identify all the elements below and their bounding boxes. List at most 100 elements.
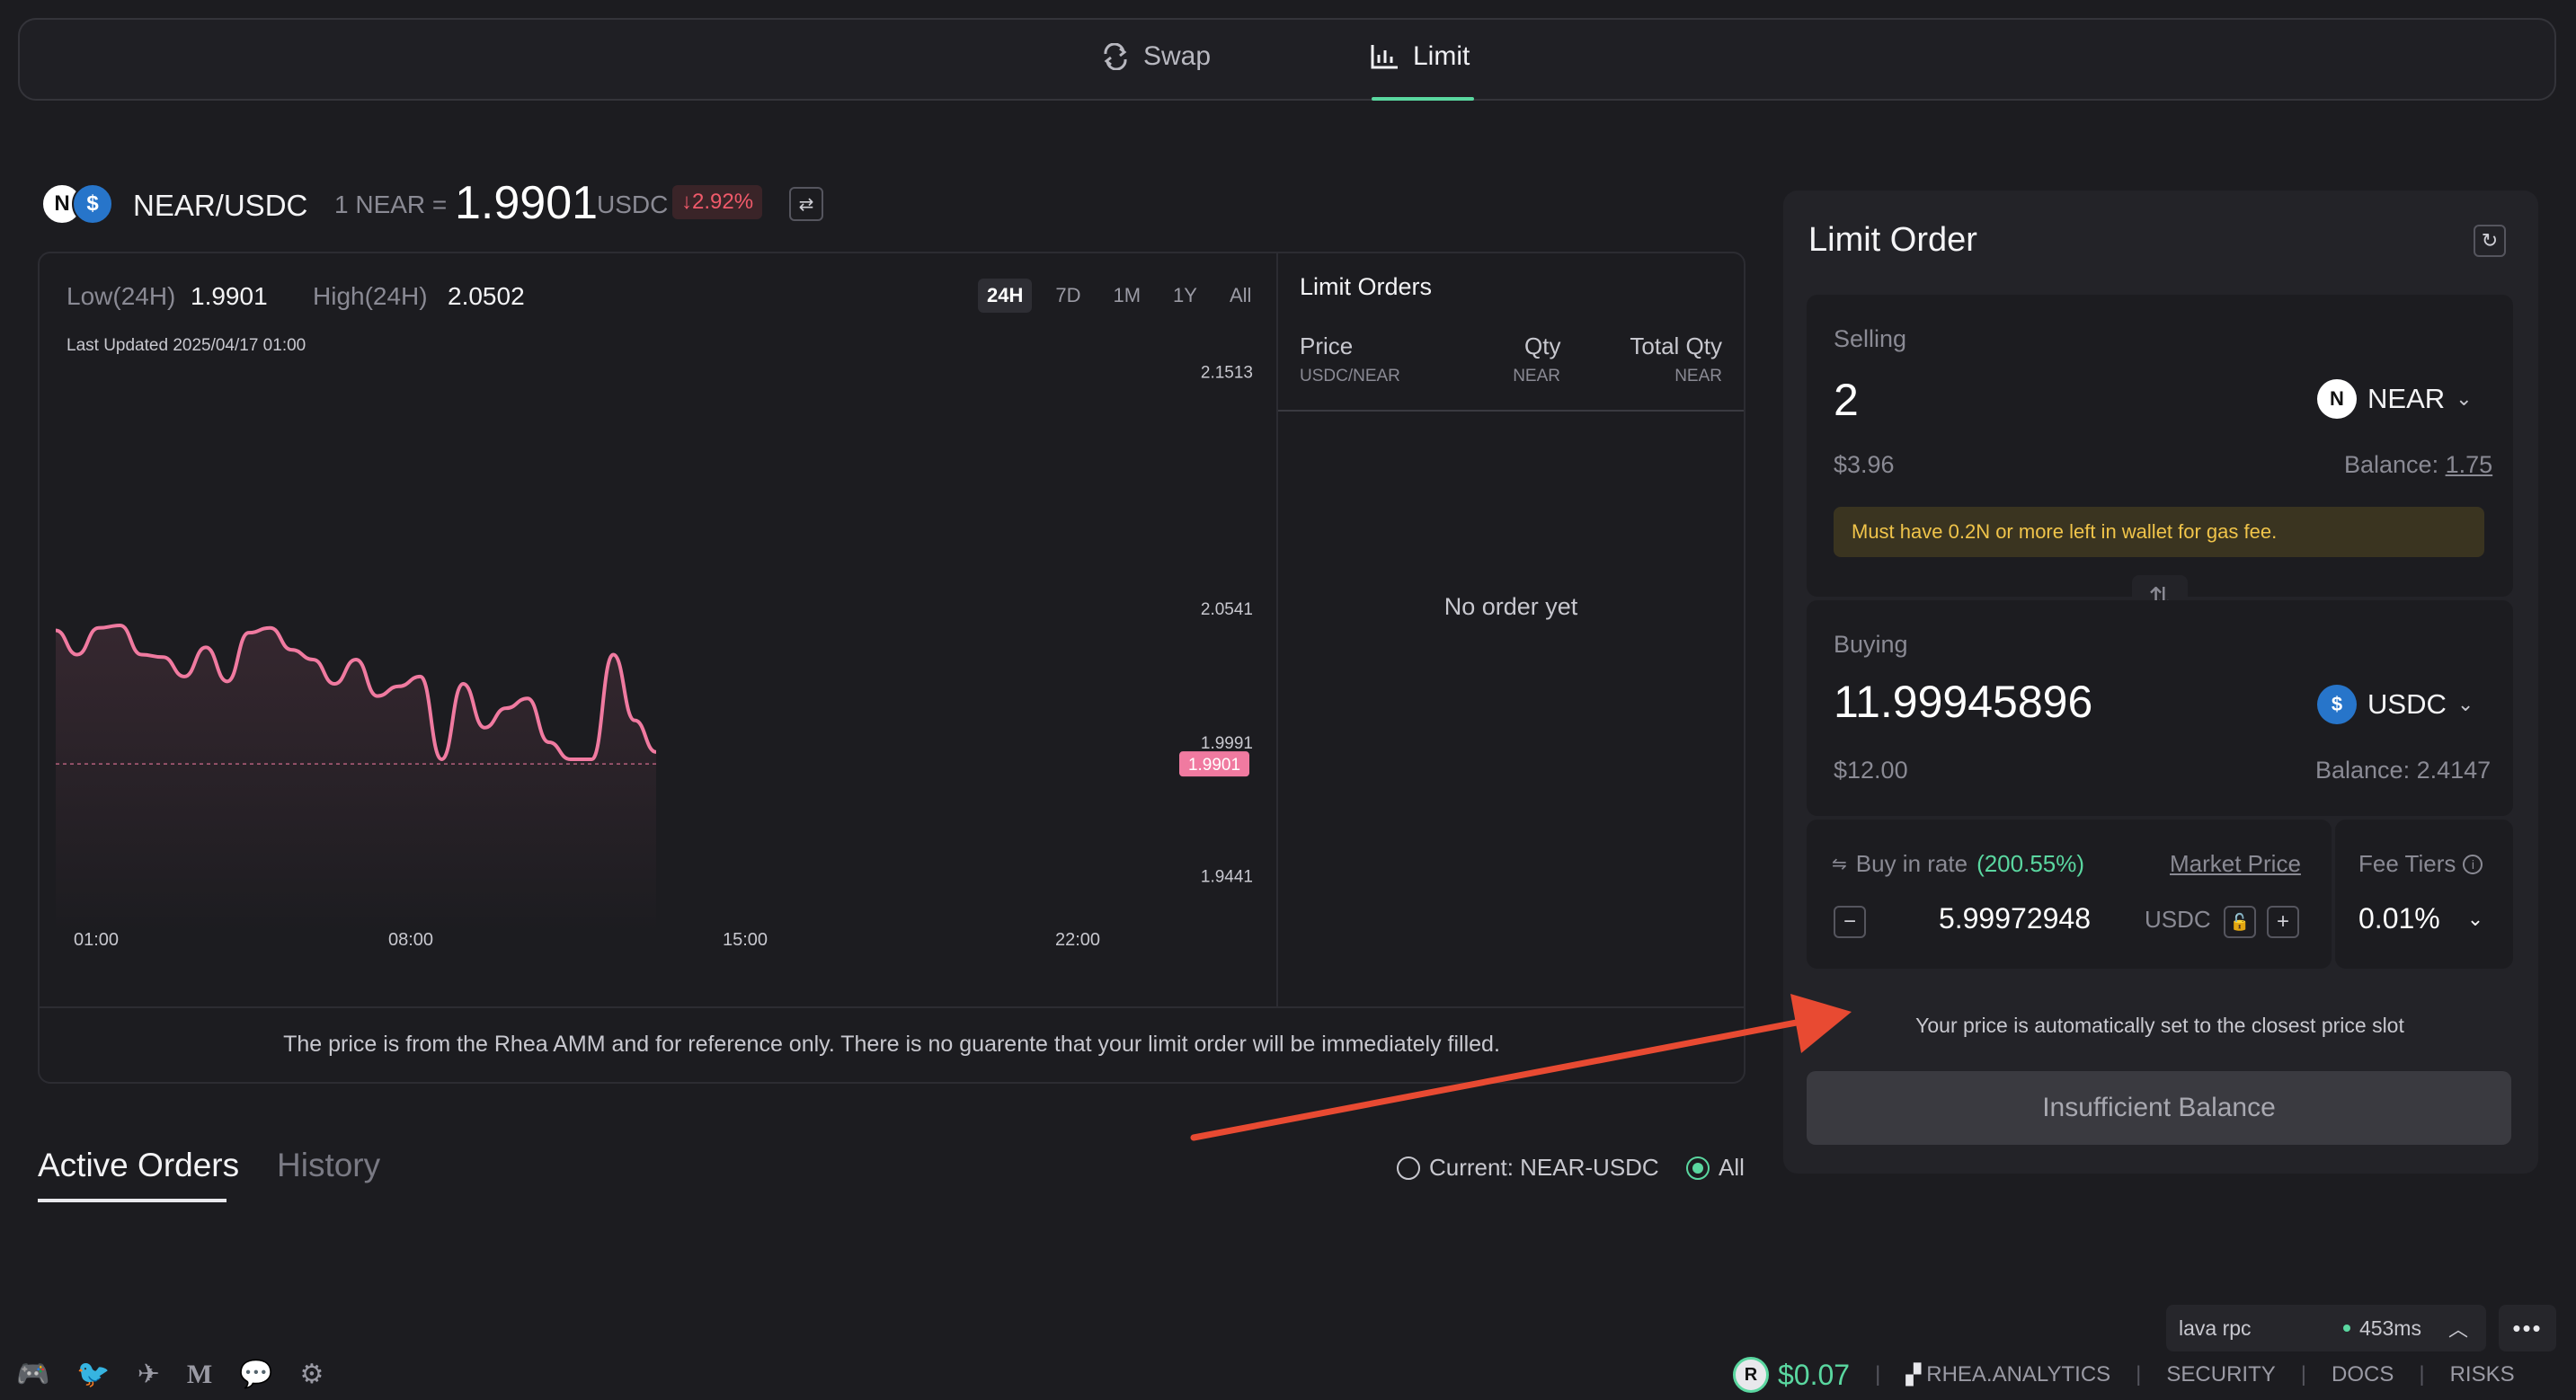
near-token-icon: N: [2317, 379, 2357, 419]
fee-tier-select[interactable]: 0.01% ⌄: [2358, 902, 2483, 935]
col-total-unit: NEAR: [1674, 367, 1722, 385]
info-icon[interactable]: i: [2463, 854, 2483, 874]
buying-token-label: USDC: [2367, 688, 2447, 720]
col-price-unit: USDC/NEAR: [1300, 367, 1400, 385]
x-tick-label: 08:00: [388, 930, 433, 950]
buying-usd: $12.00: [1834, 757, 1908, 784]
annotation-arrow: [1190, 994, 1852, 1141]
forum-icon[interactable]: 💬: [239, 1359, 272, 1390]
col-qty: Qty: [1524, 332, 1561, 359]
refresh-icon[interactable]: ↻: [2474, 225, 2506, 257]
footer-separator: |: [1875, 1362, 1881, 1387]
timeframe-selector: 24H 7D 1M 1Y All: [978, 279, 1260, 313]
timeframe-1m[interactable]: 1M: [1104, 279, 1150, 313]
buying-token-select[interactable]: $ USDC ⌄: [2317, 685, 2474, 724]
rate-pct: (200.55%): [1976, 850, 2085, 877]
swap-pair-icon[interactable]: ⇄: [789, 187, 823, 221]
fee-tiers-header: Fee Tiers i: [2358, 850, 2483, 878]
rate-unit: USDC: [2145, 906, 2211, 933]
social-links: 🎮 🐦 ✈ M 💬 ⚙: [16, 1359, 324, 1390]
chevron-down-icon: ⌄: [2466, 907, 2484, 930]
selling-label: Selling: [1834, 325, 1907, 352]
buying-amount[interactable]: 11.99945896: [1834, 676, 2092, 728]
chevron-down-icon: ⌄: [2456, 693, 2474, 715]
radio-all[interactable]: [1686, 1156, 1710, 1180]
tab-swap[interactable]: Swap: [1100, 41, 1211, 72]
selling-amount-input[interactable]: 2: [1834, 374, 1859, 426]
selling-balance-value[interactable]: 1.75: [2446, 451, 2493, 478]
price-chart: 2.1513 2.0541 1.9991 1.9441 1.9901 01:00 08:00…: [55, 364, 1253, 950]
usdc-token-icon: $: [72, 183, 113, 225]
github-icon[interactable]: ⚙: [300, 1359, 324, 1390]
tab-swap-label: Swap: [1143, 41, 1212, 71]
telegram-icon[interactable]: ✈: [138, 1359, 160, 1390]
plus-icon[interactable]: +: [2267, 906, 2299, 938]
analytics-icon: ▞: [1905, 1363, 1922, 1386]
discord-icon[interactable]: 🎮: [16, 1359, 49, 1390]
rate-box: [1807, 820, 2332, 969]
token-price-value: $0.07: [1778, 1358, 1851, 1391]
buying-label: Buying: [1834, 631, 1908, 658]
buying-balance: Balance: 2.4147: [2315, 757, 2492, 784]
selling-usd: $3.96: [1834, 451, 1895, 478]
docs-link[interactable]: DOCS: [2332, 1362, 2394, 1387]
x-tick-label: 15:00: [723, 930, 768, 950]
minus-icon[interactable]: −: [1834, 906, 1866, 938]
rpc-status: 453ms ︿: [2342, 1314, 2468, 1342]
active-tab-indicator: [1372, 97, 1474, 101]
panel-divider: [1276, 253, 1278, 1008]
timeframe-24h[interactable]: 24H: [978, 279, 1033, 313]
timeframe-1y[interactable]: 1Y: [1164, 279, 1206, 313]
rate-label: Buy in rate: [1855, 850, 1968, 877]
rate-input[interactable]: 5.99972948: [1932, 902, 2091, 935]
selling-token-select[interactable]: N NEAR ⌄: [2317, 379, 2473, 419]
high-label: High(24H): [313, 282, 428, 310]
insufficient-balance-button[interactable]: Insufficient Balance: [1807, 1071, 2511, 1145]
fee-tier-value: 0.01%: [2358, 902, 2440, 935]
x-tick-label: 22:00: [1055, 930, 1100, 950]
price-slot-note: Your price is automatically set to the c…: [1915, 1014, 2404, 1037]
tab-history[interactable]: History: [277, 1147, 380, 1184]
y-tick-label: 1.9991: [1201, 734, 1253, 753]
link-icon: ⇋: [1832, 855, 1847, 874]
x-tick-label: 01:00: [74, 930, 119, 950]
chart-icon: [1371, 45, 1398, 69]
risks-link[interactable]: RISKS: [2450, 1362, 2515, 1387]
selling-balance-label: Balance:: [2344, 451, 2439, 478]
status-dot-icon: [2342, 1325, 2350, 1332]
chevron-down-icon: ⌄: [2456, 387, 2473, 410]
rpc-selector[interactable]: lava rpc 453ms ︿: [2166, 1305, 2486, 1351]
price-area: [56, 625, 656, 935]
tab-active-orders[interactable]: Active Orders: [38, 1147, 239, 1184]
lock-icon[interactable]: 🔓: [2224, 906, 2256, 938]
gas-warning: Must have 0.2N or more left in wallet fo…: [1834, 507, 2484, 557]
security-link[interactable]: SECURITY: [2166, 1362, 2275, 1387]
rhea-token-icon: R: [1733, 1357, 1769, 1393]
medium-icon[interactable]: M: [187, 1360, 212, 1390]
current-price-tag-label: 1.9901: [1188, 756, 1240, 775]
active-orders-underline: [38, 1199, 227, 1202]
radio-current[interactable]: [1397, 1156, 1420, 1180]
fee-tiers-box: [2335, 820, 2513, 969]
footer-bar: R $0.07 | ▞ RHEA.ANALYTICS | SECURITY | …: [1733, 1357, 2515, 1393]
tab-limit-label: Limit: [1413, 41, 1470, 71]
tab-limit[interactable]: Limit: [1370, 41, 1470, 72]
usdc-token-icon: $: [2317, 685, 2357, 724]
col-price: Price: [1300, 332, 1354, 359]
timeframe-7d[interactable]: 7D: [1046, 279, 1089, 313]
rate-header: ⇋ Buy in rate (200.55%): [1832, 850, 2084, 878]
limit-orders-title: Limit Orders: [1300, 273, 1433, 300]
mode-tabbar: Swap Limit: [18, 18, 2556, 101]
more-menu-icon[interactable]: •••: [2499, 1305, 2556, 1351]
rpc-latency: 453ms: [2358, 1316, 2421, 1340]
rpc-name: lava rpc: [2179, 1316, 2252, 1340]
y-tick-label: 2.0541: [1201, 600, 1253, 619]
token-price: R $0.07: [1733, 1357, 1850, 1393]
empty-orders-text: No order yet: [1443, 593, 1578, 620]
selling-balance: Balance: 1.75: [2344, 451, 2492, 479]
twitter-icon[interactable]: 🐦: [76, 1359, 110, 1390]
card-title: Limit Order: [1808, 221, 1977, 259]
market-price-link[interactable]: Market Price: [2170, 850, 2301, 878]
analytics-link[interactable]: ▞ RHEA.ANALYTICS: [1905, 1362, 2110, 1387]
timeframe-all[interactable]: All: [1221, 279, 1260, 313]
